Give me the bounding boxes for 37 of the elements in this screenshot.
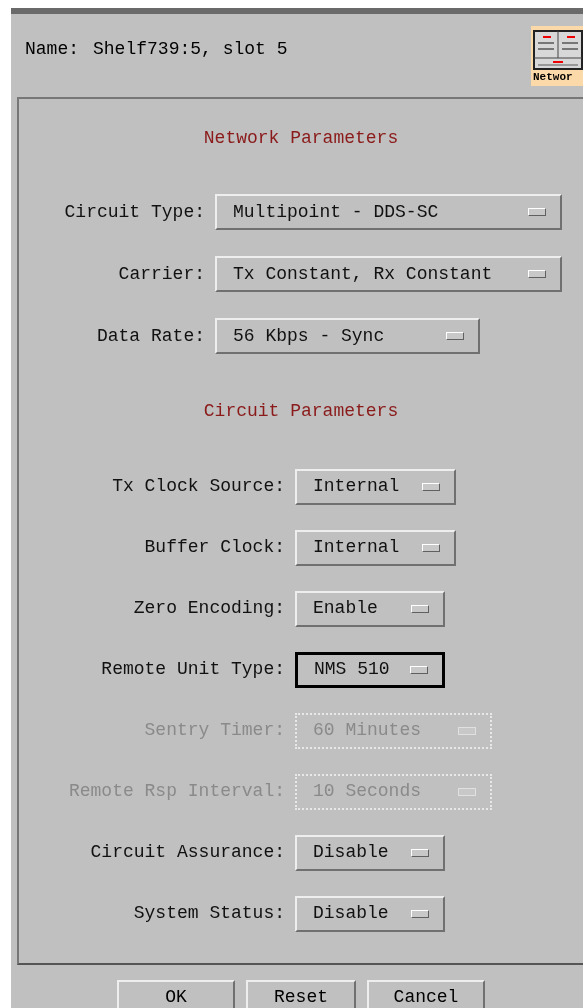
dropdown-button[interactable]: NMS 510 [295, 651, 445, 688]
dropdown-indicator-icon [528, 270, 546, 278]
dropdown-indicator-icon [411, 604, 429, 613]
section-title: Circuit Parameters [203, 399, 399, 423]
dialog-button[interactable]: Cancel [367, 980, 485, 1008]
dropdown-button[interactable]: Internal [295, 468, 456, 505]
dropdown-button[interactable]: 56 Kbps - Sync [215, 318, 480, 354]
field-label: Buffer Clock: [143, 536, 285, 559]
dropdown-button[interactable]: Tx Constant, Rx Constant [215, 256, 562, 292]
network-icon[interactable]: Networ [531, 25, 583, 86]
field-label: Zero Encoding: [132, 597, 285, 620]
field-label: Circuit Assurance: [89, 841, 285, 864]
name-label: Name: [25, 38, 79, 61]
dropdown-indicator-icon [422, 482, 440, 491]
dropdown-button[interactable]: Multipoint - DDS-SC [215, 194, 562, 230]
field-label: System Status: [132, 902, 285, 925]
field-label: Carrier: [117, 262, 205, 286]
section-title: Network Parameters [203, 126, 399, 150]
dropdown-indicator-icon [410, 665, 428, 674]
dropdown-indicator-icon [528, 208, 546, 216]
dialog-button[interactable]: Reset [246, 980, 356, 1008]
dropdown-button[interactable]: Disable [295, 834, 445, 871]
field-label: Data Rate: [95, 324, 205, 348]
dropdown-indicator-icon [411, 848, 429, 857]
field-label: Circuit Type: [63, 200, 205, 224]
dropdown-indicator-icon [458, 787, 476, 796]
dropdown-button[interactable]: Disable [295, 895, 445, 932]
dropdown-button[interactable]: Internal [295, 529, 456, 566]
dialog-button[interactable]: OK [117, 980, 235, 1008]
dropdown-button[interactable]: Enable [295, 590, 445, 627]
dropdown-indicator-icon [411, 909, 429, 918]
field-label: Tx Clock Source: [111, 475, 285, 498]
dropdown-indicator-icon [446, 332, 464, 340]
dropdown-indicator-icon [458, 726, 476, 735]
field-label: Remote Unit Type: [100, 658, 285, 681]
dropdown-indicator-icon [422, 543, 440, 552]
name-value: Shelf739:5, slot 5 [93, 38, 288, 61]
